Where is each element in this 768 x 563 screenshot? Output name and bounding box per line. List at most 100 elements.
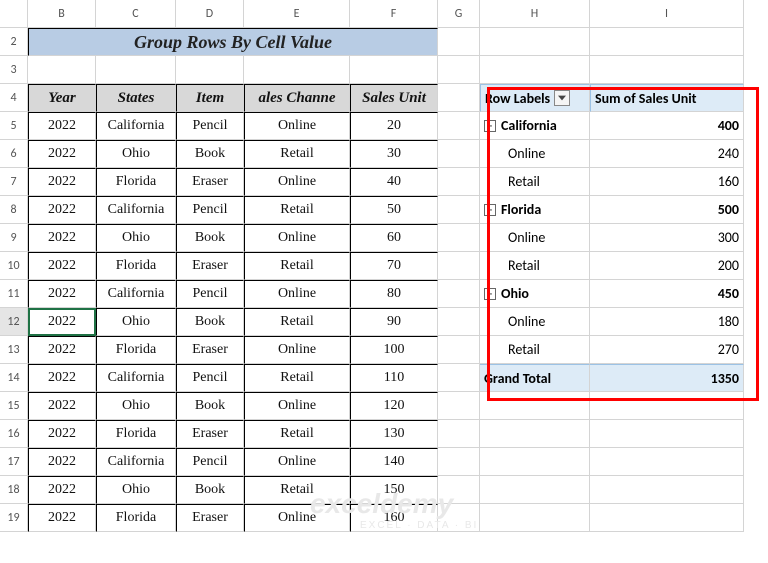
cell-year-0[interactable]: 2022 xyxy=(28,112,96,140)
cell-state-8[interactable]: Florida xyxy=(96,336,176,364)
pivot-row-1-1[interactable]: Retail xyxy=(480,252,590,280)
cell-state-10[interactable]: Ohio xyxy=(96,392,176,420)
cell-G-5[interactable] xyxy=(438,112,480,140)
cell-item-8[interactable]: Eraser xyxy=(176,336,244,364)
cell-unit-8[interactable]: 100 xyxy=(350,336,438,364)
cell-item-6[interactable]: Pencil xyxy=(176,280,244,308)
cell-state-11[interactable]: Florida xyxy=(96,420,176,448)
cell-G-19[interactable] xyxy=(438,504,480,532)
cell-channel-6[interactable]: Online xyxy=(244,280,350,308)
cell-unit-11[interactable]: 130 xyxy=(350,420,438,448)
cell-G-7[interactable] xyxy=(438,168,480,196)
pivot-row-0-1[interactable]: Retail xyxy=(480,168,590,196)
cell-I-15[interactable] xyxy=(590,392,744,420)
col-header-I[interactable]: I xyxy=(590,0,744,28)
cell-year-4[interactable]: 2022 xyxy=(28,224,96,252)
row-header-10[interactable]: 10 xyxy=(0,252,28,280)
row-header-11[interactable]: 11 xyxy=(0,280,28,308)
cell-G-6[interactable] xyxy=(438,140,480,168)
cell-G-15[interactable] xyxy=(438,392,480,420)
col-header-G[interactable]: G xyxy=(438,0,480,28)
cell-state-2[interactable]: Florida xyxy=(96,168,176,196)
cell-channel-13[interactable]: Retail xyxy=(244,476,350,504)
cell-H-18[interactable] xyxy=(480,476,590,504)
cell-unit-2[interactable]: 40 xyxy=(350,168,438,196)
cell-state-1[interactable]: Ohio xyxy=(96,140,176,168)
col-header-B[interactable]: B xyxy=(28,0,96,28)
pivot-row-2-1[interactable]: Retail xyxy=(480,336,590,364)
cell-unit-12[interactable]: 140 xyxy=(350,448,438,476)
cell-H-17[interactable] xyxy=(480,448,590,476)
cell-channel-3[interactable]: Retail xyxy=(244,196,350,224)
row-header-8[interactable]: 8 xyxy=(0,196,28,224)
cell-channel-10[interactable]: Online xyxy=(244,392,350,420)
cell-empty-r3-7[interactable] xyxy=(590,56,744,84)
cell-channel-9[interactable]: Retail xyxy=(244,364,350,392)
pivot-row-0-0[interactable]: Online xyxy=(480,140,590,168)
cell-year-13[interactable]: 2022 xyxy=(28,476,96,504)
pivot-group-total-0[interactable]: 400 xyxy=(590,112,744,140)
cell-year-3[interactable]: 2022 xyxy=(28,196,96,224)
cell-G-10[interactable] xyxy=(438,252,480,280)
cell-state-14[interactable]: Florida xyxy=(96,504,176,532)
row-header-15[interactable]: 15 xyxy=(0,392,28,420)
cell-state-5[interactable]: Florida xyxy=(96,252,176,280)
cell-channel-7[interactable]: Retail xyxy=(244,308,350,336)
cell-year-8[interactable]: 2022 xyxy=(28,336,96,364)
cell-year-6[interactable]: 2022 xyxy=(28,280,96,308)
cell-item-9[interactable]: Pencil xyxy=(176,364,244,392)
collapse-icon[interactable]: − xyxy=(484,204,496,216)
col-header-H[interactable]: H xyxy=(480,0,590,28)
pivot-grand-total-label[interactable]: Grand Total xyxy=(480,364,590,392)
cell-item-3[interactable]: Pencil xyxy=(176,196,244,224)
cell-H-19[interactable] xyxy=(480,504,590,532)
pivot-grand-total-value[interactable]: 1350 xyxy=(590,364,744,392)
cell-item-2[interactable]: Eraser xyxy=(176,168,244,196)
cell-empty-r3-4[interactable] xyxy=(350,56,438,84)
pivot-val-0-1[interactable]: 160 xyxy=(590,168,744,196)
cell-channel-1[interactable]: Retail xyxy=(244,140,350,168)
cell-channel-4[interactable]: Online xyxy=(244,224,350,252)
cell-channel-8[interactable]: Online xyxy=(244,336,350,364)
cell-empty-r3-3[interactable] xyxy=(244,56,350,84)
cell-unit-4[interactable]: 60 xyxy=(350,224,438,252)
cell-channel-2[interactable]: Online xyxy=(244,168,350,196)
cell-state-4[interactable]: Ohio xyxy=(96,224,176,252)
cell-I-16[interactable] xyxy=(590,420,744,448)
pivot-val-2-0[interactable]: 180 xyxy=(590,308,744,336)
pivot-row-1-0[interactable]: Online xyxy=(480,224,590,252)
cell-year-14[interactable]: 2022 xyxy=(28,504,96,532)
cell-empty-r3-6[interactable] xyxy=(480,56,590,84)
pivot-val-1-1[interactable]: 200 xyxy=(590,252,744,280)
cell-I-19[interactable] xyxy=(590,504,744,532)
cell-channel-5[interactable]: Retail xyxy=(244,252,350,280)
cell-channel-0[interactable]: Online xyxy=(244,112,350,140)
cell-item-4[interactable]: Book xyxy=(176,224,244,252)
cell-empty-r3-2[interactable] xyxy=(176,56,244,84)
cell-year-11[interactable]: 2022 xyxy=(28,420,96,448)
cell-empty-r3-0[interactable] xyxy=(28,56,96,84)
cell-I-17[interactable] xyxy=(590,448,744,476)
row-header-7[interactable]: 7 xyxy=(0,168,28,196)
cell-G-17[interactable] xyxy=(438,448,480,476)
cell-H2[interactable] xyxy=(480,28,590,56)
cell-year-2[interactable]: 2022 xyxy=(28,168,96,196)
cell-item-1[interactable]: Book xyxy=(176,140,244,168)
cell-G-18[interactable] xyxy=(438,476,480,504)
cell-state-0[interactable]: California xyxy=(96,112,176,140)
cell-G-8[interactable] xyxy=(438,196,480,224)
row-header-14[interactable]: 14 xyxy=(0,364,28,392)
cell-G-13[interactable] xyxy=(438,336,480,364)
cell-unit-3[interactable]: 50 xyxy=(350,196,438,224)
cell-unit-10[interactable]: 120 xyxy=(350,392,438,420)
cell-unit-9[interactable]: 110 xyxy=(350,364,438,392)
row-header-6[interactable]: 6 xyxy=(0,140,28,168)
cell-channel-11[interactable]: Retail xyxy=(244,420,350,448)
row-header-12[interactable]: 12 xyxy=(0,308,28,336)
collapse-icon[interactable]: − xyxy=(484,120,496,132)
cell-H-15[interactable] xyxy=(480,392,590,420)
cell-channel-12[interactable]: Online xyxy=(244,448,350,476)
cell-item-10[interactable]: Book xyxy=(176,392,244,420)
cell-empty-r3-1[interactable] xyxy=(96,56,176,84)
pivot-group-total-2[interactable]: 450 xyxy=(590,280,744,308)
